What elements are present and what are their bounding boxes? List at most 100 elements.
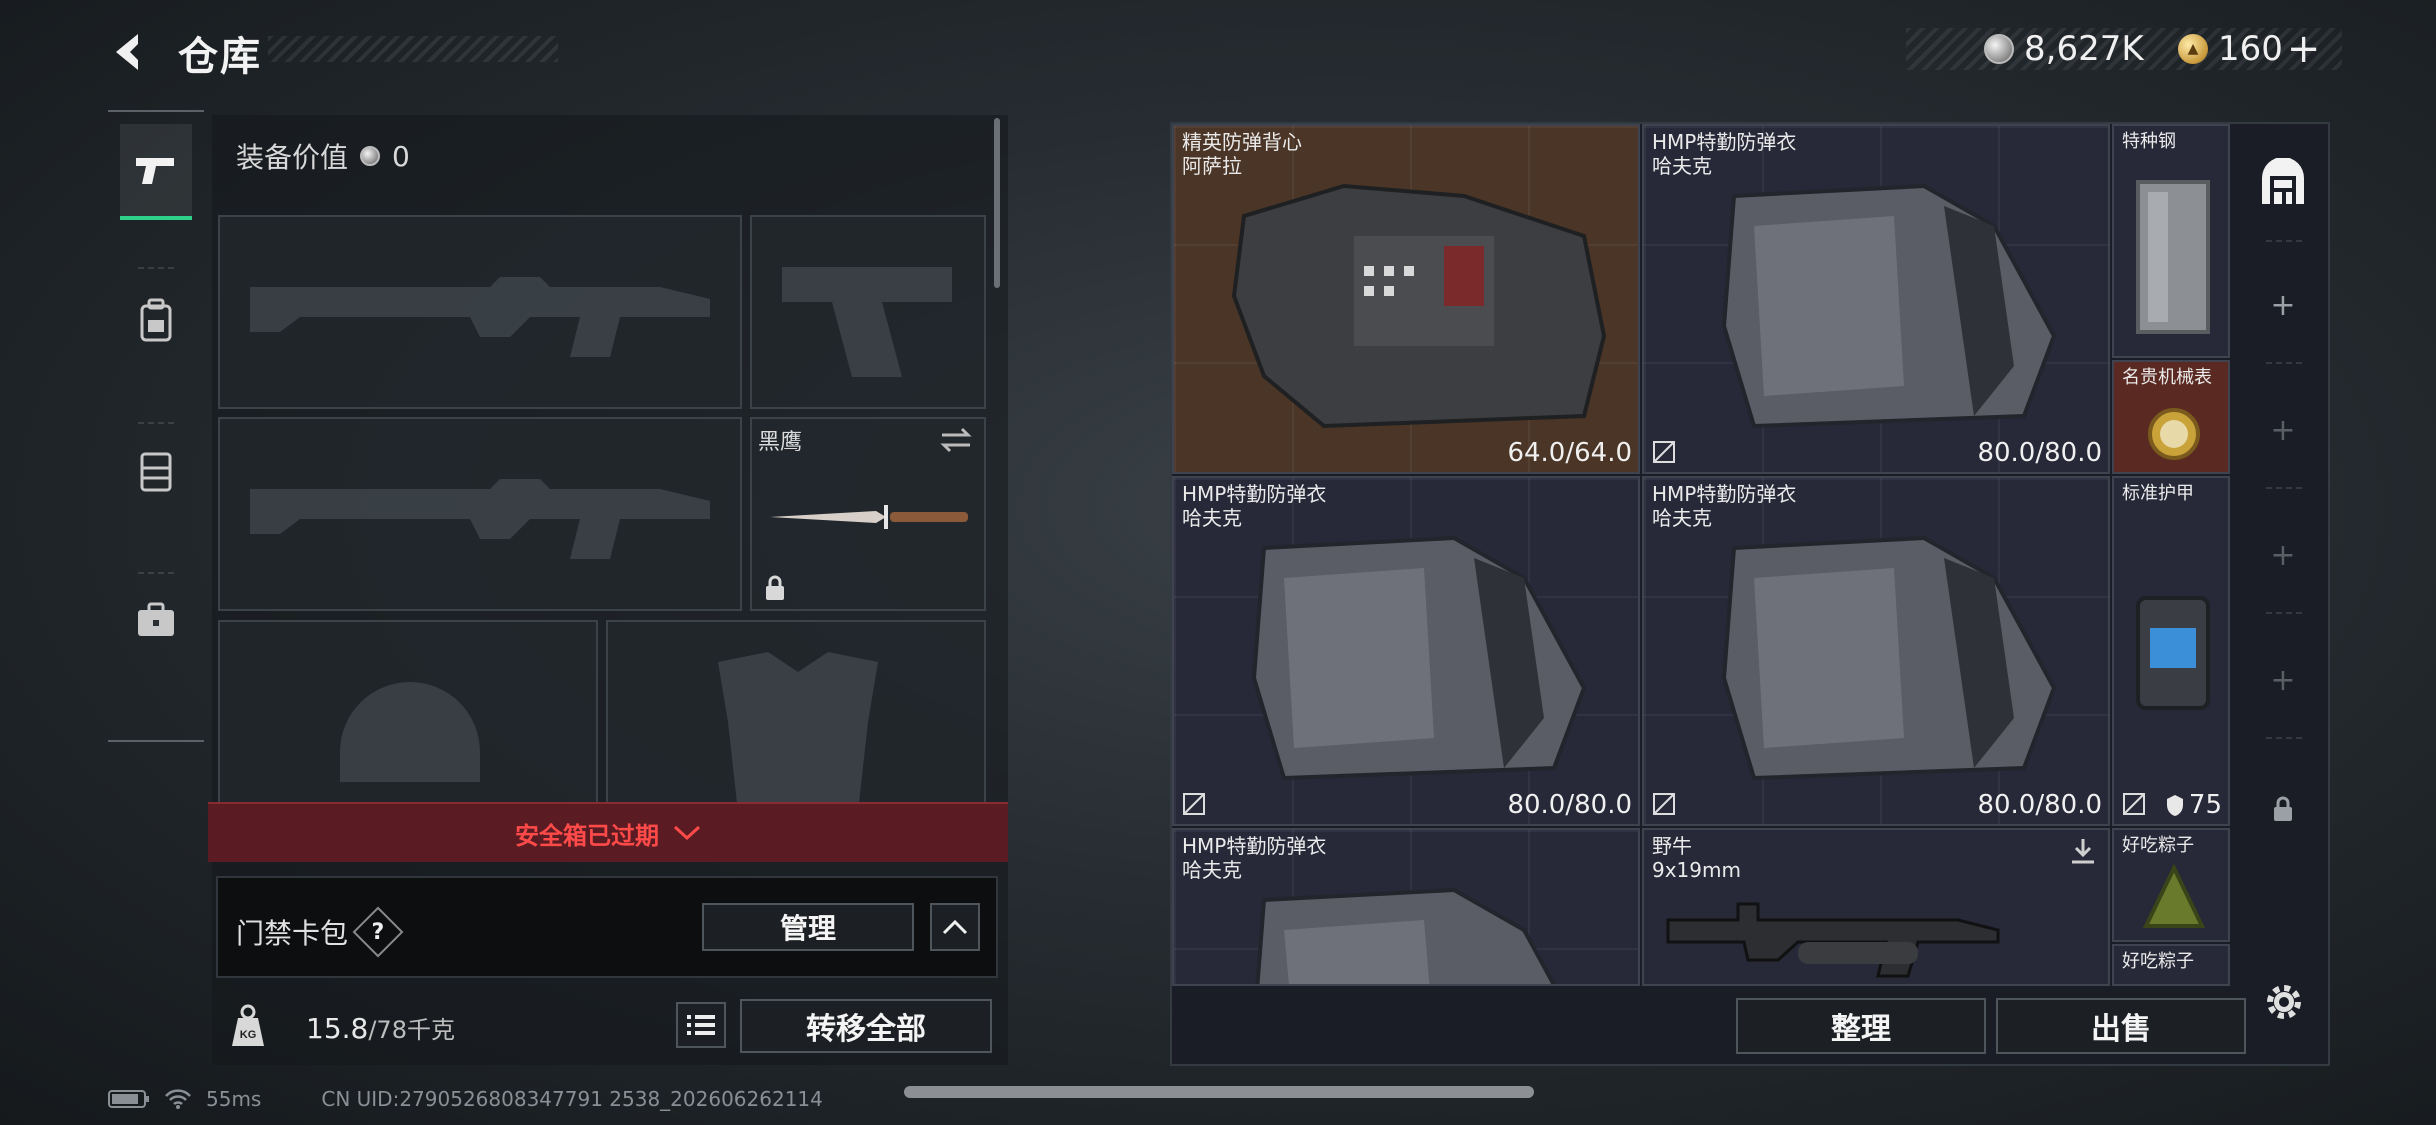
manage-button[interactable]: 管理 xyxy=(702,903,914,951)
locked-tab[interactable] xyxy=(2272,796,2294,826)
add-currency-icon[interactable]: + xyxy=(2287,26,2321,72)
list-icon xyxy=(687,1015,715,1035)
currency-main[interactable]: 8,627K xyxy=(1984,26,2144,72)
lock-icon xyxy=(2274,796,2292,821)
safebox-expired-banner[interactable]: 安全箱已过期 xyxy=(208,802,1008,862)
item-name: 好吃粽子 xyxy=(2122,951,2194,972)
storage-item-hmp-vest[interactable]: HMP特勤防弹衣 哈夫克 80.0/80.0 xyxy=(1642,124,2110,474)
download-icon[interactable] xyxy=(2068,836,2098,866)
back-arrow-icon xyxy=(116,34,138,70)
storage-item-hmp-vest[interactable]: HMP特勤防弹衣 哈夫克 80.0/80.0 xyxy=(1642,476,2110,826)
nav-rig[interactable] xyxy=(120,422,192,518)
nav-backpack[interactable] xyxy=(120,272,192,368)
swap-icon[interactable] xyxy=(938,425,974,455)
weight-icon-text: KG xyxy=(240,1029,257,1041)
equip-value-amount: 0 xyxy=(392,139,410,173)
melee-name: 黑鹰 xyxy=(758,430,803,455)
safebox-status: 安全箱已过期 xyxy=(515,821,659,850)
status-bar: 55ms CN UID:2790526808347791 2538_202606… xyxy=(108,1082,823,1116)
armor-plate-image xyxy=(2136,596,2210,710)
zongzi-image xyxy=(2142,864,2206,928)
add-tab-icon[interactable]: + xyxy=(2270,663,2296,698)
item-durability: 64.0/64.0 xyxy=(1507,438,1632,468)
no-repair-icon xyxy=(1653,441,1675,463)
collapse-button[interactable] xyxy=(930,903,980,951)
item-durability: 80.0/80.0 xyxy=(1977,438,2102,468)
weight-max: /78千克 xyxy=(368,1016,455,1044)
access-card-label: 门禁卡包 ? xyxy=(236,906,404,958)
secondary-weapon-slot[interactable] xyxy=(218,417,742,611)
settings-button[interactable] xyxy=(2262,980,2306,1028)
add-tab-icon[interactable]: + xyxy=(2270,288,2296,323)
left-nav xyxy=(108,110,204,742)
rifle-silhouette-icon xyxy=(250,479,710,559)
premium-coin-icon: ▲ xyxy=(2178,34,2208,64)
coin-icon xyxy=(1984,34,2014,64)
storage-item-bizon-smg[interactable]: 野牛 9x19mm xyxy=(1642,828,2110,986)
vest-image xyxy=(1231,183,1607,429)
storage-item-luxury-watch[interactable]: 名贵机械表 xyxy=(2112,360,2230,474)
nav-briefcase[interactable] xyxy=(120,572,192,668)
storage-item-zongzi[interactable]: 好吃粽子 xyxy=(2112,944,2230,986)
pistol-icon xyxy=(136,158,174,184)
hmp-vest-image xyxy=(1721,183,2057,429)
storage-item-hmp-vest[interactable]: HMP特勤防弹衣 哈夫克 80.0/80.0 xyxy=(1172,476,1640,826)
armor-silhouette-icon xyxy=(718,652,878,812)
back-button[interactable] xyxy=(100,22,160,82)
add-tab-icon[interactable]: + xyxy=(2270,538,2296,573)
list-view-button[interactable] xyxy=(676,1002,726,1048)
nav-weapons[interactable] xyxy=(120,124,192,220)
chevron-down-icon xyxy=(673,825,701,841)
helmet-silhouette-icon xyxy=(340,682,480,782)
storage-item-special-steel[interactable]: 特种钢 xyxy=(2112,124,2230,358)
weight-icon: KG xyxy=(230,1004,266,1048)
storage-item-standard-armor[interactable]: 标准护甲 75 xyxy=(2112,476,2230,826)
sell-button[interactable]: 出售 xyxy=(1996,998,2246,1054)
item-name: 野牛 9x19mm xyxy=(1652,834,1741,882)
steel-ingot-image xyxy=(2136,180,2210,334)
storage-item-hmp-vest[interactable]: HMP特勤防弹衣 哈夫克 xyxy=(1172,828,1640,986)
item-name: HMP特勤防弹衣 哈夫克 xyxy=(1652,482,1797,530)
storage-tab-main[interactable] xyxy=(2258,157,2308,208)
no-repair-icon xyxy=(1183,793,1205,815)
uid-text: CN UID:2790526808347791 2538_20260626211… xyxy=(321,1087,823,1111)
armor-slot[interactable] xyxy=(606,620,986,812)
primary-weapon-slot[interactable] xyxy=(218,215,742,409)
pistol-slot[interactable] xyxy=(750,215,986,409)
briefcase-icon xyxy=(138,602,174,636)
sort-button[interactable]: 整理 xyxy=(1736,998,1986,1054)
item-name: 好吃粽子 xyxy=(2122,835,2194,856)
add-tab-icon[interactable]: + xyxy=(2270,413,2296,448)
transfer-all-button[interactable]: 转移全部 xyxy=(740,999,992,1053)
access-pack-label: 门禁卡包 xyxy=(236,917,349,950)
weight-current: 15.8 xyxy=(306,1012,369,1045)
hmp-vest-image xyxy=(1251,535,1587,781)
currency-premium[interactable]: ▲ 160 + xyxy=(2178,26,2320,72)
chevron-up-icon xyxy=(942,919,968,935)
smg-image xyxy=(1666,902,2000,978)
shield-icon xyxy=(2166,795,2183,816)
currency-main-value: 8,627K xyxy=(2024,29,2144,69)
hmp-vest-image xyxy=(1255,887,1556,984)
rig-icon xyxy=(140,452,172,492)
storage-item-elite-vest[interactable]: 精英防弹背心 阿萨拉 64.0/64.0 xyxy=(1172,124,1640,474)
ping-text: 55ms xyxy=(206,1087,262,1111)
loadout-scrollbar[interactable] xyxy=(994,118,1000,288)
equip-value-label: 装备价值 xyxy=(236,141,349,174)
lock-icon xyxy=(766,575,784,600)
item-durability: 80.0/80.0 xyxy=(1977,790,2102,820)
storage-item-zongzi[interactable]: 好吃粽子 xyxy=(2112,828,2230,942)
item-name: 特种钢 xyxy=(2122,131,2176,152)
item-name: HMP特勤防弹衣 哈夫克 xyxy=(1182,482,1327,530)
warehouse-icon xyxy=(2262,157,2304,204)
home-indicator[interactable] xyxy=(904,1086,1534,1098)
helmet-slot[interactable] xyxy=(218,620,598,810)
title-decoration xyxy=(268,36,558,62)
item-name: 精英防弹背心 阿萨拉 xyxy=(1182,130,1302,178)
item-name: HMP特勤防弹衣 哈夫克 xyxy=(1182,834,1327,882)
currency-premium-value: 160 xyxy=(2218,29,2283,69)
help-icon[interactable]: ? xyxy=(352,906,404,958)
storage-tabs-rail: + + + + xyxy=(2236,122,2330,1066)
knife-icon xyxy=(770,505,968,529)
pistol-silhouette-icon xyxy=(782,267,952,377)
